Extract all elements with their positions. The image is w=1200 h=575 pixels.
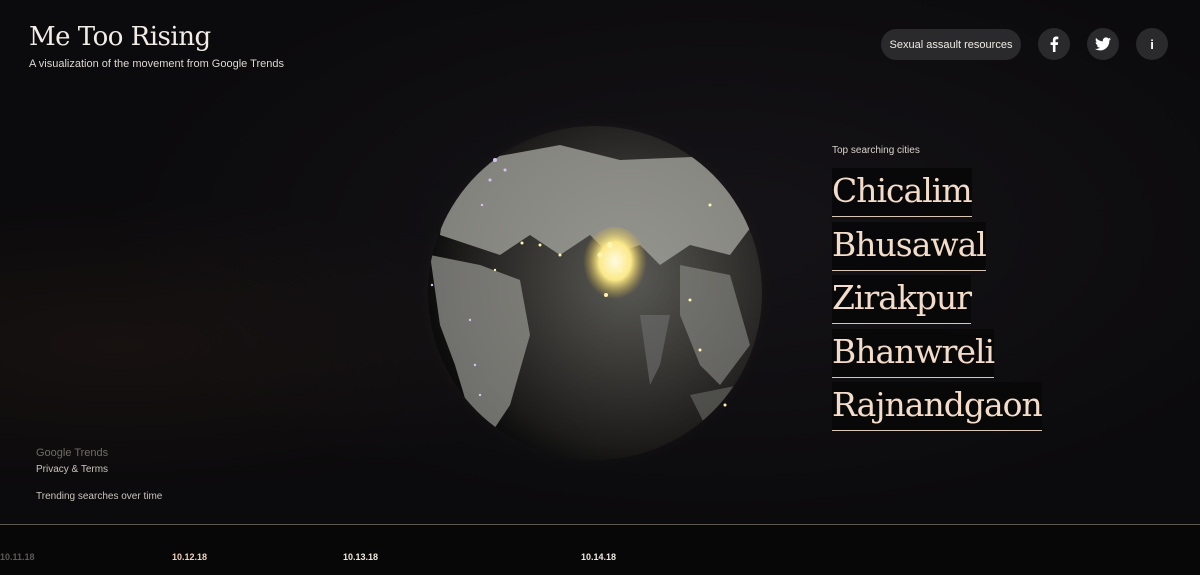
timeline-date[interactable]: 10.12.18 <box>172 552 207 562</box>
page-title: Me Too Rising <box>29 22 211 52</box>
top-cities-list: Chicalim Bhusawal Zirakpur Bhanwreli Raj… <box>832 168 1043 436</box>
facebook-share-button[interactable] <box>1038 28 1070 60</box>
twitter-icon <box>1095 37 1111 51</box>
timeline-bar[interactable] <box>0 525 1200 575</box>
city-item[interactable]: Bhanwreli <box>832 328 1042 383</box>
city-item[interactable]: Bhusawal <box>832 221 1042 276</box>
timeline-date[interactable]: 10.13.18 <box>343 552 378 562</box>
top-cities-label: Top searching cities <box>832 145 920 156</box>
timeline-date[interactable]: 10.14.18 <box>581 552 616 562</box>
privacy-terms-link[interactable]: Privacy & Terms <box>36 464 108 475</box>
city-name[interactable]: Bhusawal <box>832 221 987 271</box>
google-trends-logo[interactable]: Google Trends <box>36 447 108 459</box>
facebook-icon <box>1050 36 1059 52</box>
city-name[interactable]: Rajnandgaon <box>832 382 1043 431</box>
timeline-axis-line <box>0 524 1200 525</box>
timeline-date[interactable]: 10.11.18 <box>0 552 35 562</box>
info-icon: i <box>1150 36 1154 52</box>
sexual-assault-resources-button[interactable]: Sexual assault resources <box>881 29 1021 60</box>
twitter-share-button[interactable] <box>1087 28 1119 60</box>
city-item[interactable]: Rajnandgaon <box>832 382 1043 436</box>
city-name[interactable]: Chicalim <box>832 168 973 217</box>
trending-over-time-label: Trending searches over time <box>36 491 163 502</box>
globe-visualization[interactable] <box>410 105 780 480</box>
india-glow <box>583 227 647 303</box>
page-subtitle: A visualization of the movement from Goo… <box>29 58 284 70</box>
globe-svg <box>413 111 777 475</box>
info-button[interactable]: i <box>1136 28 1168 60</box>
city-item[interactable]: Zirakpur <box>832 275 1042 329</box>
city-name[interactable]: Zirakpur <box>832 275 972 324</box>
city-item[interactable]: Chicalim <box>832 168 1042 222</box>
city-name[interactable]: Bhanwreli <box>832 328 995 378</box>
